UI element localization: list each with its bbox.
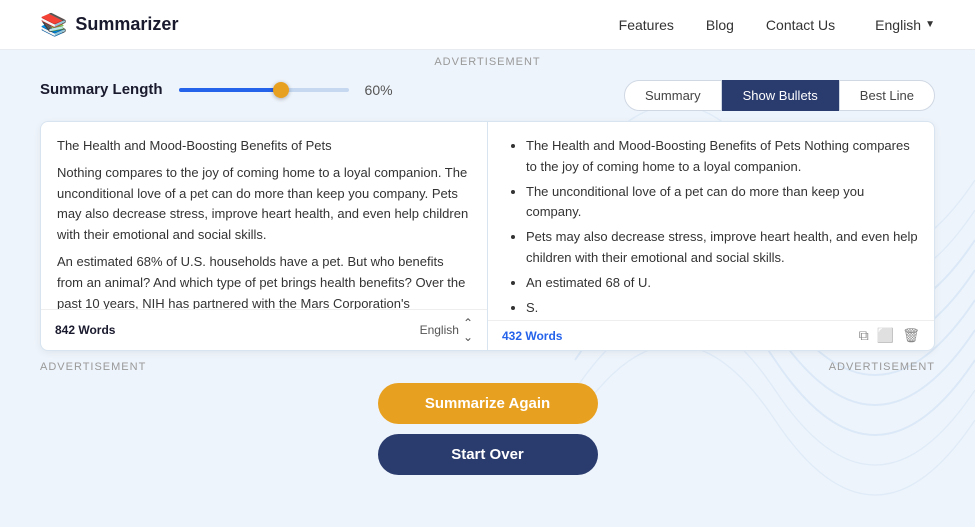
tabs-row: Summary Show Bullets Best Line	[624, 80, 935, 111]
nav-blog[interactable]: Blog	[706, 17, 734, 33]
bottom-ad-left: ADVERTISEMENT	[40, 361, 146, 373]
header: 📚 Summarizer Features Blog Contact Us En…	[0, 0, 975, 50]
bullet-item: The unconditional love of a pet can do m…	[526, 182, 918, 224]
bullet-item: An estimated 68 of U.	[526, 273, 918, 294]
lang-label: English	[875, 17, 921, 33]
logo-text: Summarizer	[75, 14, 178, 35]
bullet-item: S.	[526, 298, 918, 319]
bottom-ads-row: ADVERTISEMENT ADVERTISEMENT	[40, 361, 935, 373]
editor-container: The Health and Mood-Boosting Benefits of…	[40, 121, 935, 351]
top-advertisement: ADVERTISEMENT	[0, 50, 975, 72]
copy-icon[interactable]: ⧉	[859, 327, 869, 344]
main-content: Summary Length 60% Summary Show Bullets …	[0, 80, 975, 475]
left-para-1: Nothing compares to the joy of coming ho…	[57, 163, 471, 246]
slider-fill	[179, 88, 281, 92]
lang-arrow-icon: ▼	[925, 19, 935, 30]
bullet-list: The Health and Mood-Boosting Benefits of…	[504, 136, 918, 320]
left-lang-arrow-icon: ⌃⌄	[463, 316, 473, 344]
right-footer: 432 Words ⧉ ⬜ 🗑	[488, 320, 934, 350]
summary-controls: Summary Length 60% Summary Show Bullets …	[40, 80, 935, 111]
tab-show-bullets[interactable]: Show Bullets	[722, 80, 839, 111]
nav-contact[interactable]: Contact Us	[766, 17, 835, 33]
summary-length-row: Summary Length 60%	[40, 81, 393, 98]
bullet-item: The Health and Mood-Boosting Benefits of…	[526, 136, 918, 178]
logo: 📚 Summarizer	[40, 12, 178, 38]
bottom-ad-right: ADVERTISEMENT	[829, 361, 935, 373]
bullet-item: Pets may also decrease stress, improve h…	[526, 227, 918, 269]
delete-icon[interactable]: 🗑	[902, 327, 920, 344]
left-text-area[interactable]: The Health and Mood-Boosting Benefits of…	[41, 122, 487, 309]
left-lang-label: English	[420, 323, 459, 337]
language-selector[interactable]: English ▼	[875, 17, 935, 33]
right-word-count: 432 Words	[502, 329, 562, 343]
left-lang-select[interactable]: English ⌃⌄	[420, 316, 473, 344]
editor-left: The Health and Mood-Boosting Benefits of…	[41, 122, 488, 350]
tab-summary[interactable]: Summary	[624, 80, 722, 111]
tab-best-line[interactable]: Best Line	[839, 80, 935, 111]
summarize-again-button[interactable]: Summarize Again	[378, 383, 598, 424]
footer-icons: ⧉ ⬜ 🗑	[859, 327, 920, 344]
length-slider[interactable]	[179, 88, 349, 92]
editor-right: The Health and Mood-Boosting Benefits of…	[488, 122, 934, 350]
logo-icon: 📚	[40, 12, 67, 38]
slider-thumb	[273, 82, 289, 98]
left-para-2: An estimated 68% of U.S. households have…	[57, 252, 471, 309]
right-text-area[interactable]: The Health and Mood-Boosting Benefits of…	[488, 122, 934, 320]
summary-length-label: Summary Length	[40, 81, 163, 98]
left-footer: 842 Words English ⌃⌄	[41, 309, 487, 350]
download-icon[interactable]: ⬜	[877, 327, 894, 344]
nav: Features Blog Contact Us	[619, 17, 836, 33]
nav-features[interactable]: Features	[619, 17, 674, 33]
left-title: The Health and Mood-Boosting Benefits of…	[57, 136, 471, 157]
start-over-button[interactable]: Start Over	[378, 434, 598, 475]
slider-percent: 60%	[365, 82, 393, 98]
bottom-section: ADVERTISEMENT ADVERTISEMENT Summarize Ag…	[40, 361, 935, 475]
left-word-count: 842 Words	[55, 323, 115, 337]
